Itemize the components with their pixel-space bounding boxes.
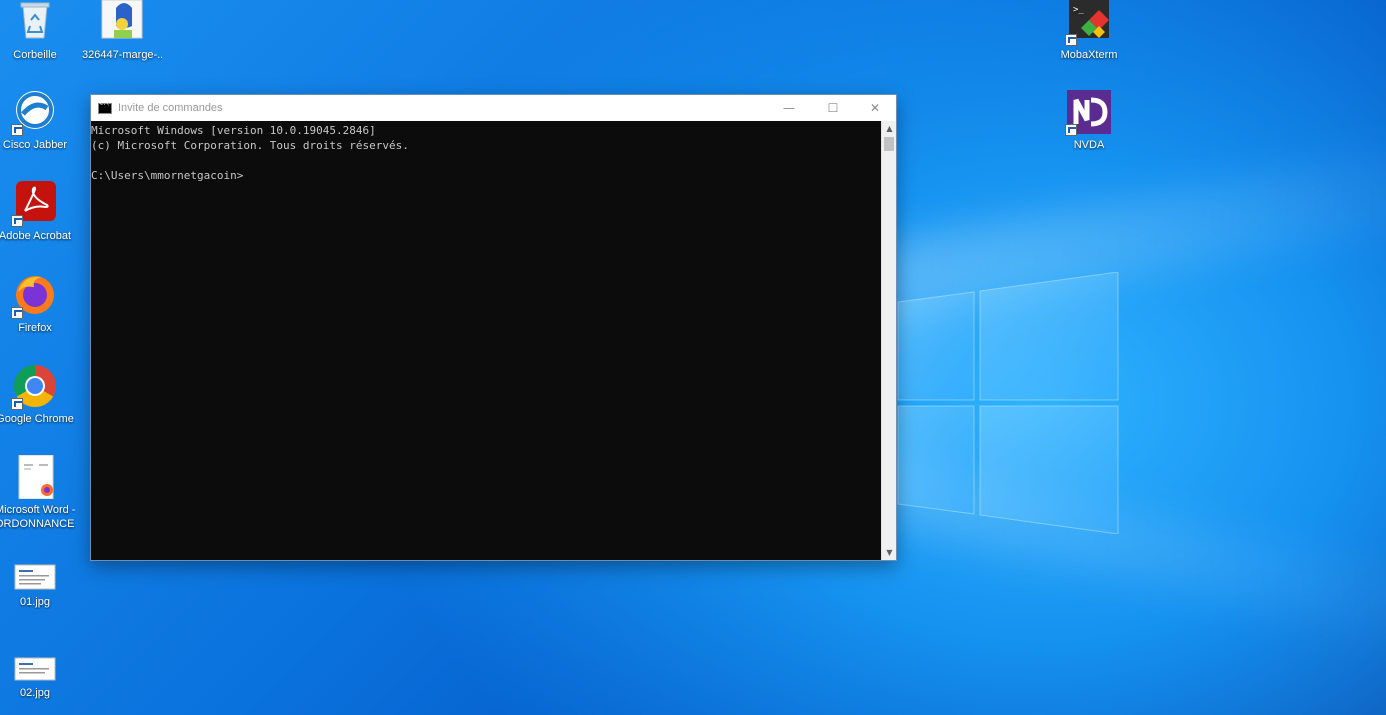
desktop-icon-google-chrome[interactable]: Google Chrome (0, 364, 75, 426)
desktop-icon-label-line1: Microsoft Word - (0, 504, 75, 516)
desktop-icon-01-jpg[interactable]: 01.jpg (0, 563, 75, 609)
shortcut-arrow-icon (1065, 124, 1077, 136)
desktop-icon-firefox[interactable]: Firefox (0, 273, 75, 335)
console-output[interactable]: Microsoft Windows [version 10.0.19045.28… (91, 121, 881, 560)
desktop-icon-label: Corbeille (13, 49, 57, 61)
desktop-icon-label: Cisco Jabber (2, 139, 68, 151)
desktop-icon-label: 326447-marge-... (82, 49, 162, 61)
shortcut-arrow-icon (11, 215, 23, 227)
cmd-app-icon[interactable] (98, 101, 112, 114)
desktop-icon-adobe-acrobat[interactable]: Adobe Acrobat (0, 181, 75, 243)
recycle-bin-icon (13, 0, 57, 44)
word-document-icon (13, 454, 57, 500)
cisco-jabber-icon (11, 90, 57, 136)
console-prompt[interactable]: C:\Users\mmornetgacoin> (91, 168, 881, 183)
minimize-button[interactable]: — (767, 95, 811, 121)
firefox-icon (11, 273, 57, 319)
chrome-icon (11, 364, 57, 410)
window-titlebar[interactable]: Invite de commandes — ☐ ✕ (91, 95, 896, 121)
shortcut-arrow-icon (11, 398, 23, 410)
maximize-button[interactable]: ☐ (811, 95, 855, 121)
desktop-icon-mobaxterm[interactable]: >_ MobaXterm (1049, 0, 1129, 62)
desktop-icon-label-line2: ORDONNANCE... (0, 518, 75, 530)
jpg-file-icon (13, 563, 57, 591)
desktop-icon-label: Firefox (18, 322, 52, 334)
console-line: Microsoft Windows [version 10.0.19045.28… (91, 124, 376, 137)
desktop-icon-word-document[interactable]: Microsoft Word - ORDONNANCE... (0, 454, 75, 531)
desktop-icon-corbeille[interactable]: Corbeille (0, 0, 75, 62)
shortcut-arrow-icon (11, 307, 23, 319)
desktop-icon-nvda[interactable]: NVDA (1049, 90, 1129, 152)
adobe-acrobat-icon (11, 181, 57, 227)
desktop-icon-label: 02.jpg (20, 687, 50, 699)
close-button[interactable]: ✕ (853, 95, 897, 121)
mobaxterm-icon: >_ (1065, 0, 1111, 46)
image-file-icon (100, 0, 144, 44)
desktop-icon-label: NVDA (1073, 139, 1105, 151)
desktop-icon-label: Google Chrome (0, 413, 74, 425)
nvda-icon (1065, 90, 1111, 136)
svg-text:>_: >_ (1073, 5, 1084, 15)
console-line: (c) Microsoft Corporation. Tous droits r… (91, 139, 409, 152)
desktop-icon-label: Adobe Acrobat (0, 230, 72, 242)
vertical-scrollbar[interactable]: ▲ ▼ (881, 121, 896, 560)
desktop-icon-02-jpg[interactable]: 02.jpg (0, 654, 75, 700)
windows-logo (897, 272, 1119, 534)
scrollbar-thumb[interactable] (884, 137, 894, 151)
jpg-file-icon (13, 654, 57, 682)
window-title: Invite de commandes (118, 102, 223, 114)
desktop-icon-cisco-jabber[interactable]: Cisco Jabber (0, 90, 75, 152)
scroll-up-arrow-icon[interactable]: ▲ (882, 121, 897, 136)
desktop-icon-label: MobaXterm (1060, 49, 1118, 61)
shortcut-arrow-icon (11, 124, 23, 136)
scroll-down-arrow-icon[interactable]: ▼ (882, 545, 897, 560)
desktop-icon-image-file[interactable]: 326447-marge-... (82, 0, 162, 62)
desktop-icon-label: Microsoft Word - ORDONNANCE... (0, 503, 75, 531)
command-prompt-window[interactable]: Invite de commandes — ☐ ✕ Microsoft Wind… (90, 94, 897, 561)
desktop-icon-label: 01.jpg (20, 596, 50, 608)
shortcut-arrow-icon (1065, 34, 1077, 46)
